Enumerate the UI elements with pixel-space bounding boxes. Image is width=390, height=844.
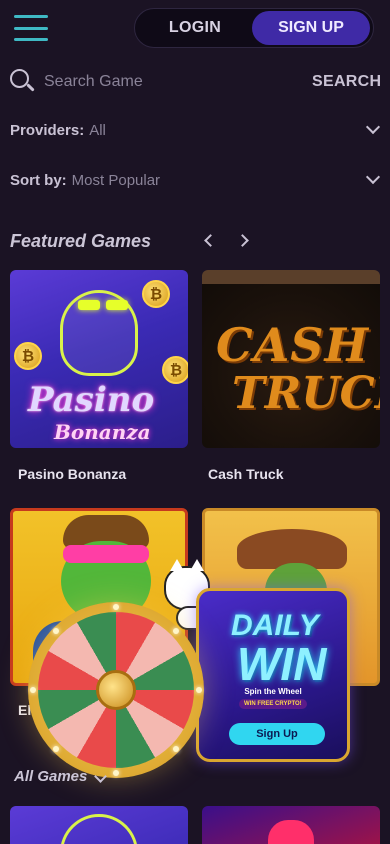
- game-art-title: CASH: [216, 318, 369, 372]
- providers-label: Providers:: [10, 121, 85, 139]
- game-art-subtitle: Bonanza: [54, 420, 151, 444]
- login-button[interactable]: LOGIN: [138, 19, 252, 37]
- chevron-down-icon: [365, 169, 381, 185]
- promo-signup-button[interactable]: Sign Up: [229, 723, 325, 745]
- game-card-pasino-bonanza[interactable]: ₿ ₿ ₿ Pasino Bonanza: [10, 270, 188, 448]
- search-icon: [10, 69, 36, 95]
- coin-icon: ₿: [142, 280, 170, 308]
- wheel-bulb: [113, 770, 119, 776]
- all-games-title[interactable]: All Games: [14, 768, 87, 785]
- daily-win-promo[interactable]: DAILY WIN Spin the Wheel WIN FREE CRYPTO…: [196, 588, 350, 762]
- promo-subtitle: Spin the Wheel: [244, 687, 302, 696]
- wheel-bulb: [30, 687, 36, 693]
- prize-wheel[interactable]: [28, 602, 204, 778]
- wheel-bulb: [196, 687, 202, 693]
- providers-value: All: [89, 121, 106, 139]
- game-card-cash-truck[interactable]: CASH TRUCK: [202, 270, 380, 448]
- promo-tagline: WIN FREE CRYPTO!: [239, 699, 307, 709]
- hamburger-menu-icon[interactable]: [14, 15, 48, 41]
- wheel-bulb: [173, 628, 179, 634]
- game-name: Pasino Bonanza: [18, 466, 127, 482]
- sort-value: Most Popular: [71, 171, 161, 189]
- game-art-subtitle: TRUCK: [232, 368, 380, 419]
- wheel-bulb: [113, 604, 119, 610]
- promo-title-win: WIN: [237, 638, 327, 690]
- sort-label: Sort by:: [10, 171, 67, 189]
- search-input[interactable]: [44, 73, 284, 91]
- coin-icon: ₿: [162, 356, 188, 384]
- auth-toggle: LOGIN SIGN UP: [134, 8, 374, 48]
- coin-icon: ₿: [14, 342, 42, 370]
- featured-header: Featured Games: [10, 228, 380, 254]
- wheel-bulb: [173, 746, 179, 752]
- heart-art: [268, 820, 314, 844]
- sort-filter[interactable]: Sort by: Most Popular: [0, 160, 390, 200]
- wheel-bulb: [53, 746, 59, 752]
- game-art-title: Pasino: [28, 380, 155, 420]
- chevron-right-icon[interactable]: [236, 234, 249, 247]
- signup-button[interactable]: SIGN UP: [252, 11, 370, 45]
- wheel-hub-icon: [96, 670, 136, 710]
- duck-art: [60, 814, 138, 844]
- game-card-pasino-bonanza-preview[interactable]: [10, 806, 188, 844]
- search-box: [0, 60, 296, 104]
- sunglasses-icon: [63, 545, 149, 563]
- chevron-left-icon[interactable]: [204, 234, 217, 247]
- game-card-preview[interactable]: [202, 806, 380, 844]
- featured-title: Featured Games: [10, 230, 152, 251]
- search-bar: SEARCH: [0, 60, 390, 104]
- wheel-bulb: [53, 628, 59, 634]
- sunglasses-icon: [78, 300, 100, 310]
- providers-filter[interactable]: Providers: All: [0, 110, 390, 150]
- game-name: Cash Truck: [208, 466, 284, 482]
- chevron-down-icon: [365, 119, 381, 135]
- wheel-segments: [38, 612, 194, 768]
- search-button[interactable]: SEARCH: [312, 73, 381, 91]
- sunglasses-icon: [106, 300, 128, 310]
